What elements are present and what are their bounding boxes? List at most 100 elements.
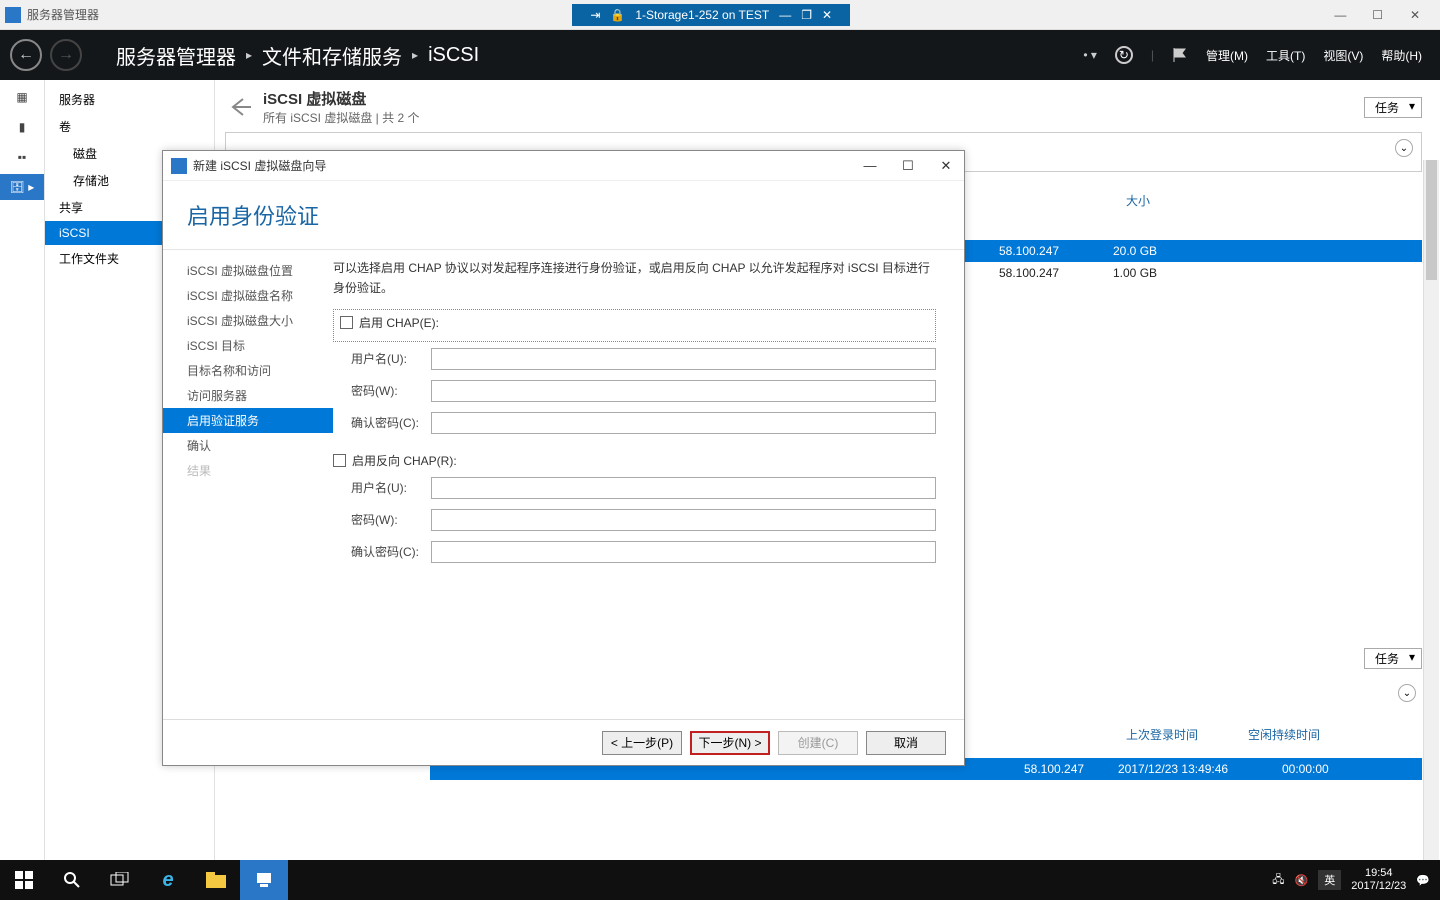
chap-cpwd-label: 确认密码(C): bbox=[351, 414, 431, 431]
col-last-login[interactable]: 上次登录时间 bbox=[1126, 726, 1198, 743]
refresh-icon[interactable]: ↻ bbox=[1115, 46, 1133, 64]
host-min-button[interactable]: — bbox=[1323, 8, 1357, 22]
explorer-icon[interactable] bbox=[192, 860, 240, 900]
wizard-max-button[interactable]: ☐ bbox=[898, 158, 918, 174]
taskview-icon[interactable] bbox=[96, 860, 144, 900]
rchap-cpwd-label: 确认密码(C): bbox=[351, 543, 431, 560]
crumb-files[interactable]: 文件和存储服务 bbox=[262, 41, 402, 70]
step-confirm[interactable]: 确认 bbox=[163, 433, 333, 458]
rail-all-icon[interactable]: ▪▪ bbox=[0, 144, 44, 170]
app-title: 服务器管理器 bbox=[27, 6, 99, 23]
col-idle[interactable]: 空闲持续时间 bbox=[1248, 726, 1320, 743]
menu-view[interactable]: 视图(V) bbox=[1323, 47, 1363, 64]
wizard-footer: < 上一步(P) 下一步(N) > 创建(C) 取消 bbox=[163, 719, 964, 765]
step-name[interactable]: iSCSI 虚拟磁盘名称 bbox=[163, 283, 333, 308]
crumb-root[interactable]: 服务器管理器 bbox=[116, 41, 236, 70]
tray-clock[interactable]: 19:54 2017/12/23 bbox=[1351, 867, 1406, 893]
wizard-icon bbox=[171, 158, 187, 174]
rchap-enable-checkbox[interactable] bbox=[333, 454, 346, 467]
rchap-pwd-input[interactable] bbox=[431, 509, 936, 531]
chap-enable-label: 启用 CHAP(E): bbox=[359, 314, 439, 331]
server-manager-icon bbox=[5, 7, 21, 23]
host-close-button[interactable]: ✕ bbox=[1398, 8, 1432, 22]
wizard-dialog: 新建 iSCSI 虚拟磁盘向导 — ☐ ✕ 启用身份验证 iSCSI 虚拟磁盘位… bbox=[162, 150, 965, 766]
menu-tools[interactable]: 工具(T) bbox=[1266, 47, 1305, 64]
step-auth[interactable]: 启用验证服务 bbox=[163, 408, 333, 433]
tasks-dropdown-2[interactable]: 任务 bbox=[1364, 648, 1422, 669]
wizard-description: 可以选择启用 CHAP 协议以对发起程序连接进行身份验证，或启用反向 CHAP … bbox=[333, 258, 936, 299]
ie-icon[interactable]: e bbox=[144, 860, 192, 900]
scrollbar[interactable] bbox=[1423, 160, 1439, 860]
nav-volumes[interactable]: 卷 bbox=[45, 113, 214, 140]
taskbar: e 🖧 🔇 英 19:54 2017/12/23 💬 bbox=[0, 860, 1440, 900]
prev-button[interactable]: < 上一步(P) bbox=[602, 731, 682, 755]
chap-user-label: 用户名(U): bbox=[351, 350, 431, 367]
rail-local-icon[interactable]: ▮ bbox=[0, 114, 44, 140]
wizard-title: 新建 iSCSI 虚拟磁盘向导 bbox=[193, 157, 326, 174]
wizard-heading: 启用身份验证 bbox=[163, 181, 964, 250]
cancel-button[interactable]: 取消 bbox=[866, 731, 946, 755]
panel-subtitle: 所有 iSCSI 虚拟磁盘 | 共 2 个 bbox=[263, 109, 419, 126]
cell-ip: 58.100.247 bbox=[999, 266, 1099, 280]
chap-pwd-label: 密码(W): bbox=[351, 382, 431, 399]
vm-tab: ⇥ 🔒 1-Storage1-252 on TEST — ❐ ✕ bbox=[572, 4, 850, 26]
tray-notification-icon[interactable]: 💬 bbox=[1416, 874, 1430, 887]
vm-pin-icon[interactable]: ⇥ bbox=[590, 8, 600, 22]
dropdown-icon[interactable]: • ▾ bbox=[1083, 48, 1097, 62]
search-icon[interactable] bbox=[48, 860, 96, 900]
create-button: 创建(C) bbox=[778, 731, 858, 755]
vm-close-icon[interactable]: ✕ bbox=[822, 8, 832, 22]
icon-rail: ▦ ▮ ▪▪ 🗄 ▸ bbox=[0, 80, 45, 860]
rchap-user-input[interactable] bbox=[431, 477, 936, 499]
chap-pwd-input[interactable] bbox=[431, 380, 936, 402]
ime-indicator[interactable]: 英 bbox=[1318, 870, 1341, 890]
step-location[interactable]: iSCSI 虚拟磁盘位置 bbox=[163, 258, 333, 283]
wizard-form: 可以选择启用 CHAP 协议以对发起程序连接进行身份验证，或启用反向 CHAP … bbox=[333, 250, 964, 719]
next-button[interactable]: 下一步(N) > bbox=[690, 731, 770, 755]
panel-back-icon[interactable] bbox=[225, 96, 253, 118]
rchap-cpwd-input[interactable] bbox=[431, 541, 936, 563]
breadcrumb: 服务器管理器 ▸ 文件和存储服务 ▸ iSCSI bbox=[116, 41, 479, 70]
step-size[interactable]: iSCSI 虚拟磁盘大小 bbox=[163, 308, 333, 333]
server-manager-header: ← → 服务器管理器 ▸ 文件和存储服务 ▸ iSCSI • ▾ ↻ | 管理(… bbox=[0, 30, 1440, 80]
chap-user-input[interactable] bbox=[431, 348, 936, 370]
tray-date: 2017/12/23 bbox=[1351, 880, 1406, 893]
tray-sound-icon[interactable]: 🔇 bbox=[1295, 874, 1309, 887]
cell-idle: 00:00:00 bbox=[1282, 762, 1412, 776]
chap-cpwd-input[interactable] bbox=[431, 412, 936, 434]
rail-dashboard-icon[interactable]: ▦ bbox=[0, 84, 44, 110]
cell-time: 2017/12/23 13:49:46 bbox=[1118, 762, 1268, 776]
crumb-iscsi[interactable]: iSCSI bbox=[428, 44, 479, 67]
wizard-min-button[interactable]: — bbox=[860, 158, 880, 174]
server-manager-taskbar-icon[interactable] bbox=[240, 860, 288, 900]
col-size[interactable]: 大小 bbox=[1126, 192, 1150, 209]
rchap-pwd-label: 密码(W): bbox=[351, 511, 431, 528]
tray-network-icon[interactable]: 🖧 bbox=[1272, 871, 1284, 890]
step-target[interactable]: iSCSI 目标 bbox=[163, 333, 333, 358]
panel-title: iSCSI 虚拟磁盘 bbox=[263, 88, 419, 109]
chevron-right-icon: ▸ bbox=[246, 48, 252, 62]
nav-forward-button[interactable]: → bbox=[50, 39, 82, 71]
start-button[interactable] bbox=[0, 860, 48, 900]
rail-files-icon[interactable]: 🗄 ▸ bbox=[0, 174, 44, 200]
flag-icon[interactable] bbox=[1172, 47, 1188, 63]
chevron-right-icon: ▸ bbox=[412, 48, 418, 62]
vm-min-icon[interactable]: — bbox=[779, 8, 791, 22]
step-access[interactable]: 访问服务器 bbox=[163, 383, 333, 408]
vm-restore-icon[interactable]: ❐ bbox=[801, 8, 812, 22]
host-max-button[interactable]: ☐ bbox=[1361, 8, 1395, 22]
step-targetname[interactable]: 目标名称和访问 bbox=[163, 358, 333, 383]
rchap-enable-label: 启用反向 CHAP(R): bbox=[352, 452, 457, 469]
nav-back-button[interactable]: ← bbox=[10, 39, 42, 71]
tasks-dropdown[interactable]: 任务 bbox=[1364, 97, 1422, 118]
cell-ip: 58.100.247 bbox=[999, 244, 1099, 258]
collapse-icon-2[interactable]: ⌄ bbox=[1398, 684, 1416, 702]
menu-help[interactable]: 帮助(H) bbox=[1381, 47, 1422, 64]
menu-manage[interactable]: 管理(M) bbox=[1206, 47, 1248, 64]
vm-lock-icon[interactable]: 🔒 bbox=[610, 8, 625, 22]
nav-servers[interactable]: 服务器 bbox=[45, 86, 214, 113]
chap-enable-checkbox[interactable] bbox=[340, 316, 353, 329]
host-titlebar: 服务器管理器 ⇥ 🔒 1-Storage1-252 on TEST — ❐ ✕ … bbox=[0, 0, 1440, 30]
collapse-icon[interactable]: ⌄ bbox=[1395, 139, 1413, 157]
wizard-close-button[interactable]: ✕ bbox=[936, 158, 956, 174]
